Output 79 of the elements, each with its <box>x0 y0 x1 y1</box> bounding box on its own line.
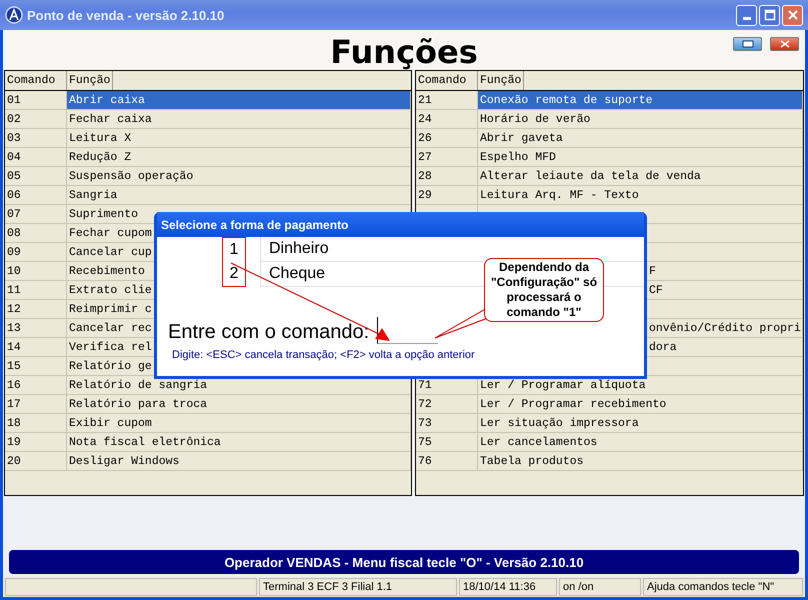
table-cell: 09 <box>5 243 67 262</box>
status-text: 18/10/14 11:36 <box>459 578 557 596</box>
table-cell[interactable]: Fechar caixa <box>67 110 411 129</box>
table-cell[interactable]: Alterar leiaute da tela de venda <box>478 167 803 186</box>
table-cell: 02 <box>5 110 67 129</box>
table-cell[interactable]: Horário de verão <box>478 110 803 129</box>
maximize-icon <box>764 9 776 21</box>
table-cell: 04 <box>5 148 67 167</box>
table-cell[interactable]: Tabela produtos <box>478 452 803 471</box>
maximize-button[interactable] <box>759 4 780 26</box>
table-cell: CF <box>649 284 663 297</box>
table-cell: 08 <box>5 224 67 243</box>
table-cell[interactable]: Ler cancelamentos <box>478 433 803 452</box>
table-cell: 13 <box>5 319 67 338</box>
table-cell: 20 <box>5 452 67 471</box>
status-text: Ajuda comandos tecle "N" <box>643 578 803 596</box>
column-header: Comando <box>5 71 67 90</box>
table-cell: 06 <box>5 186 67 205</box>
table-cell: 26 <box>416 129 478 148</box>
column-header: Função <box>478 71 524 90</box>
table-cell[interactable]: Suspensão operação <box>67 167 411 186</box>
table-cell: 29 <box>416 186 478 205</box>
table-cell[interactable]: Espelho MFD <box>478 148 803 167</box>
minimize-button[interactable] <box>736 4 757 26</box>
table-cell: 18 <box>5 414 67 433</box>
column-header: Função <box>67 71 114 90</box>
table-cell[interactable]: Leitura X <box>67 129 411 148</box>
restore-icon <box>742 40 754 48</box>
table-cell: 17 <box>5 395 67 414</box>
dialog-title: Selecione a forma de pagamento <box>157 212 644 237</box>
table-cell[interactable]: Abrir caixa <box>67 91 411 110</box>
table-cell[interactable]: Exibir cupom <box>67 414 411 433</box>
table-cell: 15 <box>5 357 67 376</box>
option-number[interactable]: 2 <box>223 262 245 286</box>
status-text: on /on <box>559 578 641 596</box>
table-cell: 76 <box>416 452 478 471</box>
table-cell[interactable]: Relatório para troca <box>67 395 411 414</box>
table-cell: 28 <box>416 167 478 186</box>
table-cell: onvênio/Crédito propri <box>649 322 801 335</box>
table-cell: 05 <box>5 167 67 186</box>
table-cell[interactable]: Desligar Windows <box>67 452 411 471</box>
table-cell: 03 <box>5 129 67 148</box>
table-cell: 75 <box>416 433 478 452</box>
close-icon <box>780 40 790 48</box>
info-banner: Operador VENDAS - Menu fiscal tecle "O" - Versão 2.10.10 <box>9 550 799 574</box>
table-cell: 12 <box>5 300 67 319</box>
table-cell: dora <box>649 341 677 354</box>
callout-bubble: Dependendo da "Configuração" só processará o comando "1" <box>484 258 604 322</box>
table-cell: 07 <box>5 205 67 224</box>
table-cell: 72 <box>416 395 478 414</box>
table-cell: 14 <box>5 338 67 357</box>
app-icon <box>5 6 23 24</box>
restore-button[interactable] <box>733 37 762 51</box>
table-cell[interactable]: Sangria <box>67 186 411 205</box>
table-cell: 10 <box>5 262 67 281</box>
close-button[interactable] <box>770 37 799 51</box>
table-cell: 16 <box>5 376 67 395</box>
prompt-label: Entre com o comando: <box>168 321 370 344</box>
table-cell: 24 <box>416 110 478 129</box>
table-cell: 19 <box>5 433 67 452</box>
table-cell[interactable]: Ler situação impressora <box>478 414 803 433</box>
column-header: Comando <box>416 71 478 90</box>
table-cell[interactable]: Nota fiscal eletrônica <box>67 433 411 452</box>
hint-text: Digite: <ESC> cancela transação; <F2> volta a opção anterior <box>171 348 476 361</box>
page-heading: Funções <box>330 33 478 71</box>
minimize-icon <box>742 17 750 20</box>
close-icon <box>786 9 798 21</box>
option-number[interactable]: 1 <box>223 238 245 262</box>
status-text: Terminal 3 ECF 3 Filial 1.1 <box>259 578 457 596</box>
table-cell: F <box>649 265 656 278</box>
table-cell: 27 <box>416 148 478 167</box>
table-cell[interactable]: Leitura Arq. MF - Texto <box>478 186 803 205</box>
table-cell[interactable]: Conexão remota de suporte <box>478 91 803 110</box>
table-cell[interactable]: Abrir gaveta <box>478 129 803 148</box>
table-cell[interactable]: Redução Z <box>67 148 411 167</box>
table-cell: 73 <box>416 414 478 433</box>
window-title: Ponto de venda - versão 2.10.10 <box>27 8 226 22</box>
table-cell: 11 <box>5 281 67 300</box>
table-cell[interactable]: Ler / Programar recebimento <box>478 395 803 414</box>
